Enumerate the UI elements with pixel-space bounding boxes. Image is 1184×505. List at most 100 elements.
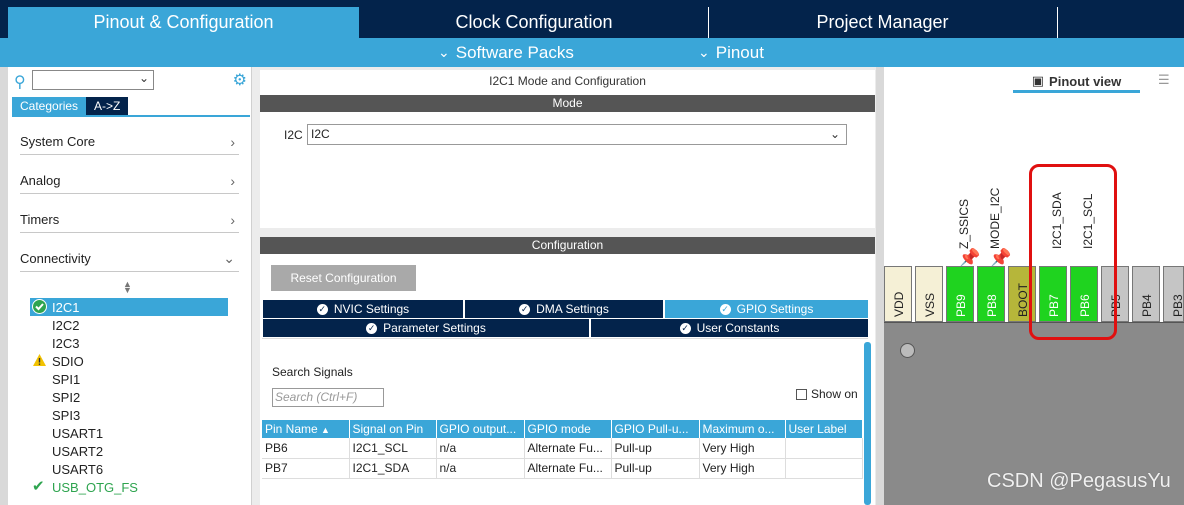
- pin-pb4[interactable]: PB4: [1132, 266, 1160, 322]
- i2c-mode-select[interactable]: I2C ⌄: [307, 124, 847, 145]
- column-header-gpio-pull[interactable]: GPIO Pull-u...: [611, 420, 700, 438]
- item-label: I2C3: [52, 335, 80, 351]
- pin-label: VDD: [892, 291, 906, 317]
- column-header-signal[interactable]: Signal on Pin: [349, 420, 437, 438]
- tab-separator: [1057, 7, 1058, 38]
- tab-categories[interactable]: Categories: [12, 97, 87, 115]
- table-row[interactable]: PB6 I2C1_SCL n/a Alternate Fu... Pull-up…: [262, 438, 863, 459]
- cell-pin: PB6: [262, 438, 350, 459]
- cell-pull: Pull-up: [611, 438, 700, 459]
- column-header-user-label[interactable]: User Label: [785, 420, 863, 438]
- chevron-down-icon: ⌄: [138, 71, 149, 85]
- item-label: USART2: [52, 443, 104, 459]
- cell-speed: Very High: [699, 458, 786, 479]
- pin-pb9[interactable]: PB9: [946, 266, 974, 322]
- pin-label: BOOT: [1016, 282, 1030, 317]
- gear-icon[interactable]: ⚙: [233, 70, 247, 90]
- mode-header: Mode: [260, 95, 875, 112]
- tab-label: User Constants: [696, 321, 780, 335]
- category-connectivity[interactable]: Connectivity ⌄: [20, 246, 239, 272]
- pin-pb8[interactable]: PB8: [977, 266, 1005, 322]
- pinout-view-label: Pinout view: [1049, 73, 1122, 89]
- pin-pb3[interactable]: PB3: [1163, 266, 1184, 322]
- checkbox-box[interactable]: [796, 388, 807, 400]
- tab-label: GPIO Settings: [736, 302, 814, 316]
- pin-label: PB9: [954, 294, 968, 317]
- highlight-annotation: [1029, 164, 1117, 340]
- show-on-checkbox[interactable]: Show on: [796, 387, 858, 401]
- chevron-down-icon: ⌄: [223, 250, 235, 266]
- top-tab-bar: Pinout & Configuration Clock Configurati…: [0, 0, 1184, 38]
- chip-icon: ▣: [1031, 73, 1045, 88]
- vertical-scrollbar[interactable]: [864, 342, 871, 505]
- chevron-down-icon: ⌄: [829, 127, 840, 141]
- warning-icon: [32, 353, 47, 370]
- sort-arrows-icon[interactable]: ▲ ▼: [123, 280, 132, 295]
- software-packs-menu[interactable]: ⌄ Software Packs: [438, 38, 574, 67]
- list-item-usart2[interactable]: USART2: [30, 442, 228, 460]
- list-item-spi1[interactable]: SPI1: [30, 370, 228, 388]
- search-signals-input[interactable]: Search (Ctrl+F): [272, 388, 384, 407]
- chevron-right-icon: ›: [230, 211, 235, 228]
- search-icon[interactable]: ⚲: [14, 72, 26, 92]
- tab-dma-settings[interactable]: ✓ DMA Settings: [465, 300, 664, 318]
- tab-project-manager[interactable]: Project Manager: [709, 7, 1056, 38]
- tab-label: DMA Settings: [536, 302, 609, 316]
- pin-vdd[interactable]: VDD: [884, 266, 912, 322]
- cell-output: n/a: [436, 438, 525, 459]
- pin-vss[interactable]: VSS: [915, 266, 943, 322]
- table-row[interactable]: PB7 I2C1_SDA n/a Alternate Fu... Pull-up…: [262, 458, 863, 479]
- tab-pinout-configuration[interactable]: Pinout & Configuration: [8, 7, 359, 38]
- cell-mode: Alternate Fu...: [524, 438, 612, 459]
- column-header-pin-name[interactable]: Pin Name ▲: [262, 420, 350, 438]
- i2c-mode-value: I2C: [311, 127, 330, 141]
- pinout-menu[interactable]: ⌄ Pinout: [698, 38, 764, 67]
- item-label: USART6: [52, 461, 104, 477]
- list-item-usart1[interactable]: USART1: [30, 424, 228, 442]
- tab-clock-configuration[interactable]: Clock Configuration: [360, 7, 708, 38]
- watermark: CSDN @PegasusYu: [987, 470, 1171, 492]
- list-item-usb-otg-fs[interactable]: ✔ USB_OTG_FS: [30, 478, 228, 496]
- tab-user-constants[interactable]: ✓ User Constants: [591, 319, 869, 337]
- item-label: USART1: [52, 425, 104, 441]
- column-header-maximum-output[interactable]: Maximum o...: [699, 420, 786, 438]
- list-item-spi3[interactable]: SPI3: [30, 406, 228, 424]
- chevron-down-icon: ⌄: [698, 44, 710, 60]
- tab-label: NVIC Settings: [333, 302, 410, 316]
- categories-panel: ⚲ ⌄ ⚙ Categories A->Z System Core › Analo…: [8, 67, 252, 505]
- search-combo[interactable]: ⌄: [32, 70, 154, 90]
- header-label: Pin Name: [265, 422, 318, 436]
- column-header-gpio-mode[interactable]: GPIO mode: [524, 420, 612, 438]
- list-item-spi2[interactable]: SPI2: [30, 388, 228, 406]
- cell-signal: I2C1_SDA: [349, 458, 437, 479]
- tab-pinout-view[interactable]: ▣ Pinout view: [1013, 72, 1140, 93]
- list-item-sdio[interactable]: SDIO: [30, 352, 228, 370]
- tab-system-view[interactable]: ☰: [1158, 72, 1170, 88]
- check-circle-icon: [32, 299, 47, 317]
- category-label: Analog: [20, 173, 61, 188]
- tab-nvic-settings[interactable]: ✓ NVIC Settings: [263, 300, 464, 318]
- tab-parameter-settings[interactable]: ✓ Parameter Settings: [263, 319, 590, 337]
- list-item-i2c1[interactable]: I2C1: [30, 298, 228, 316]
- check-icon: ✔: [32, 478, 45, 495]
- check-circle-icon: ✓: [679, 322, 691, 334]
- signals-table: Pin Name ▲ Signal on Pin GPIO output... …: [262, 420, 863, 479]
- pin-label: PB3: [1171, 294, 1184, 317]
- list-item-i2c3[interactable]: I2C3: [30, 334, 228, 352]
- panel-divider[interactable]: [876, 67, 884, 505]
- category-timers[interactable]: Timers ›: [20, 207, 239, 233]
- software-packs-label: Software Packs: [455, 42, 574, 62]
- category-system-core[interactable]: System Core ›: [20, 129, 239, 155]
- tab-gpio-settings[interactable]: ✓ GPIO Settings: [665, 300, 869, 318]
- chevron-right-icon: ›: [230, 133, 235, 150]
- tab-a-to-z[interactable]: A->Z: [86, 97, 129, 115]
- item-label: USB_OTG_FS: [52, 479, 138, 495]
- reset-configuration-button[interactable]: Reset Configuration: [271, 265, 416, 291]
- item-label: SPI3: [52, 407, 81, 423]
- category-analog[interactable]: Analog ›: [20, 168, 239, 194]
- column-header-gpio-output[interactable]: GPIO output...: [436, 420, 525, 438]
- pin-label: VSS: [923, 292, 937, 317]
- list-item-i2c2[interactable]: I2C2: [30, 316, 228, 334]
- list-item-usart6[interactable]: USART6: [30, 460, 228, 478]
- pin-label: PB4: [1140, 294, 1154, 317]
